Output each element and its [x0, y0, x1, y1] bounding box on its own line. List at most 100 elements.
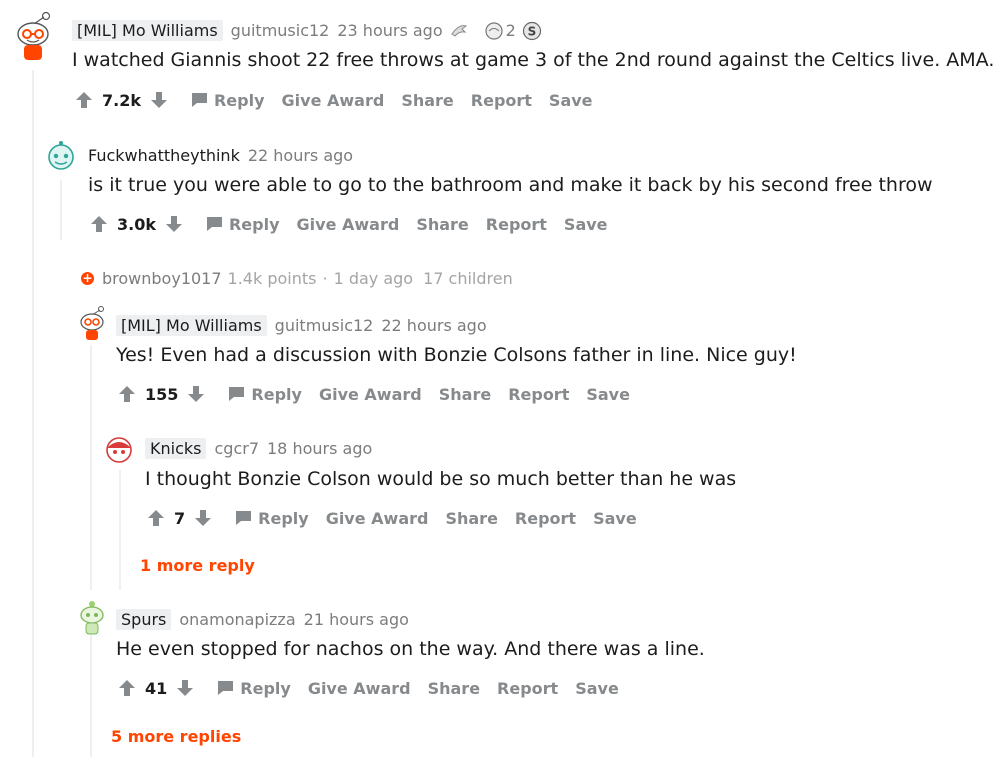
give-award-button[interactable]: Give Award [326, 509, 429, 528]
share-button[interactable]: Share [445, 509, 497, 528]
user-flair[interactable]: [MIL] Mo Williams [116, 315, 267, 336]
reply-label: Reply [213, 90, 265, 110]
timestamp[interactable]: 22 hours ago [248, 146, 353, 165]
user-flair[interactable]: [MIL] Mo Williams [72, 20, 223, 41]
award-icon[interactable] [483, 21, 505, 41]
reply-button[interactable]: Reply [206, 215, 280, 234]
share-button[interactable]: Share [439, 385, 491, 404]
upvote-icon[interactable] [74, 90, 94, 110]
upvote-icon[interactable] [146, 508, 166, 528]
snoo-avatar[interactable] [76, 305, 108, 341]
timestamp[interactable]: 21 hours ago [304, 610, 409, 629]
thread-line[interactable] [60, 180, 62, 240]
timestamp[interactable]: 23 hours ago [337, 21, 442, 40]
reply-icon [218, 681, 234, 695]
vote-score: 7.2k [102, 90, 141, 110]
upvote-icon[interactable] [89, 214, 109, 234]
give-award-button[interactable]: Give Award [319, 385, 422, 404]
comment-actions: 155 Reply Give Award Share Report Save [117, 384, 630, 404]
separator: · [322, 269, 328, 288]
comment-meta: Fuckwhattheythink 22 hours ago [88, 146, 353, 165]
more-replies-link[interactable]: 5 more replies [111, 727, 241, 746]
award-icon[interactable] [449, 22, 469, 40]
vote-score: 3.0k [117, 214, 156, 234]
give-award-button[interactable]: Give Award [308, 679, 411, 698]
timestamp[interactable]: 22 hours ago [381, 316, 486, 335]
give-award-button[interactable]: Give Award [297, 215, 400, 234]
report-button[interactable]: Report [486, 215, 547, 234]
reply-button[interactable]: Reply [217, 679, 291, 698]
reply-icon [236, 511, 252, 525]
user-flair[interactable]: Knicks [145, 438, 207, 459]
username[interactable]: guitmusic12 [275, 316, 374, 335]
comment-body: He even stopped for nachos on the way. A… [116, 638, 705, 660]
username[interactable]: onamonapizza [179, 610, 295, 629]
reply-icon [229, 387, 245, 401]
timestamp[interactable]: 1 day ago [334, 269, 414, 288]
reply-button[interactable]: Reply [191, 91, 265, 110]
save-button[interactable]: Save [586, 385, 630, 404]
upvote-icon[interactable] [117, 384, 137, 404]
reply-label: Reply [228, 214, 280, 234]
save-button[interactable]: Save [593, 509, 637, 528]
reply-icon [191, 93, 207, 107]
downvote-icon[interactable] [175, 678, 195, 698]
comment-body: Yes! Even had a discussion with Bonzie C… [116, 344, 797, 366]
username[interactable]: Fuckwhattheythink [88, 146, 240, 165]
collapsed-comment[interactable]: + brownboy1017 1.4k points · 1 day ago 1… [81, 269, 513, 288]
downvote-icon[interactable] [164, 214, 184, 234]
reply-label: Reply [240, 678, 291, 698]
comment-actions: 41 Reply Give Award Share Report Save [117, 678, 619, 698]
award-count: 2 [505, 21, 516, 40]
silver-award-icon[interactable]: S [522, 21, 542, 41]
reply-label: Reply [251, 384, 302, 404]
comment-meta: Spurs onamonapizza 21 hours ago [116, 609, 409, 630]
reply-button[interactable]: Reply [235, 509, 309, 528]
report-button[interactable]: Report [497, 679, 558, 698]
snoo-avatar[interactable] [77, 600, 107, 636]
snoo-avatar[interactable] [46, 140, 76, 172]
username[interactable]: guitmusic12 [231, 21, 330, 40]
username[interactable]: cgcr7 [214, 439, 259, 458]
timestamp[interactable]: 18 hours ago [267, 439, 372, 458]
children-count: 17 children [423, 269, 513, 288]
save-button[interactable]: Save [549, 91, 593, 110]
comment-actions: 7.2k Reply Give Award Share Report Save [74, 90, 593, 110]
report-button[interactable]: Report [471, 91, 532, 110]
thread-line[interactable] [32, 70, 34, 757]
comment-body: I thought Bonzie Colson would be so much… [145, 468, 737, 490]
comment-body: I watched Giannis shoot 22 free throws a… [72, 49, 995, 71]
thread-line[interactable] [90, 635, 92, 757]
downvote-icon[interactable] [186, 384, 206, 404]
save-button[interactable]: Save [575, 679, 619, 698]
more-replies-link[interactable]: 1 more reply [140, 556, 255, 575]
snoo-avatar[interactable] [104, 435, 134, 465]
comment-meta: [MIL] Mo Williams guitmusic12 23 hours a… [72, 20, 542, 41]
reply-label: Reply [258, 508, 309, 528]
snoo-avatar[interactable] [10, 10, 56, 62]
points: 1.4k points [227, 269, 317, 288]
upvote-icon[interactable] [117, 678, 137, 698]
report-button[interactable]: Report [515, 509, 576, 528]
share-button[interactable]: Share [416, 215, 468, 234]
downvote-icon[interactable] [149, 90, 169, 110]
share-button[interactable]: Share [401, 91, 453, 110]
user-flair[interactable]: Spurs [116, 609, 172, 630]
vote-score: 155 [145, 384, 179, 404]
downvote-icon[interactable] [193, 508, 213, 528]
reply-icon [206, 217, 222, 231]
share-button[interactable]: Share [428, 679, 480, 698]
save-button[interactable]: Save [564, 215, 608, 234]
give-award-button[interactable]: Give Award [282, 91, 385, 110]
report-button[interactable]: Report [508, 385, 569, 404]
reply-button[interactable]: Reply [228, 385, 302, 404]
comment-actions: 7 Reply Give Award Share Report Save [146, 508, 637, 528]
vote-score: 41 [145, 678, 168, 698]
expand-icon[interactable]: + [81, 272, 94, 285]
vote-score: 7 [174, 508, 186, 528]
username[interactable]: brownboy1017 [102, 269, 222, 288]
thread-line[interactable] [90, 345, 92, 590]
comment-body: is it true you were able to go to the ba… [88, 174, 933, 196]
comment-meta: Knicks cgcr7 18 hours ago [145, 438, 372, 459]
thread-line[interactable] [119, 470, 121, 590]
